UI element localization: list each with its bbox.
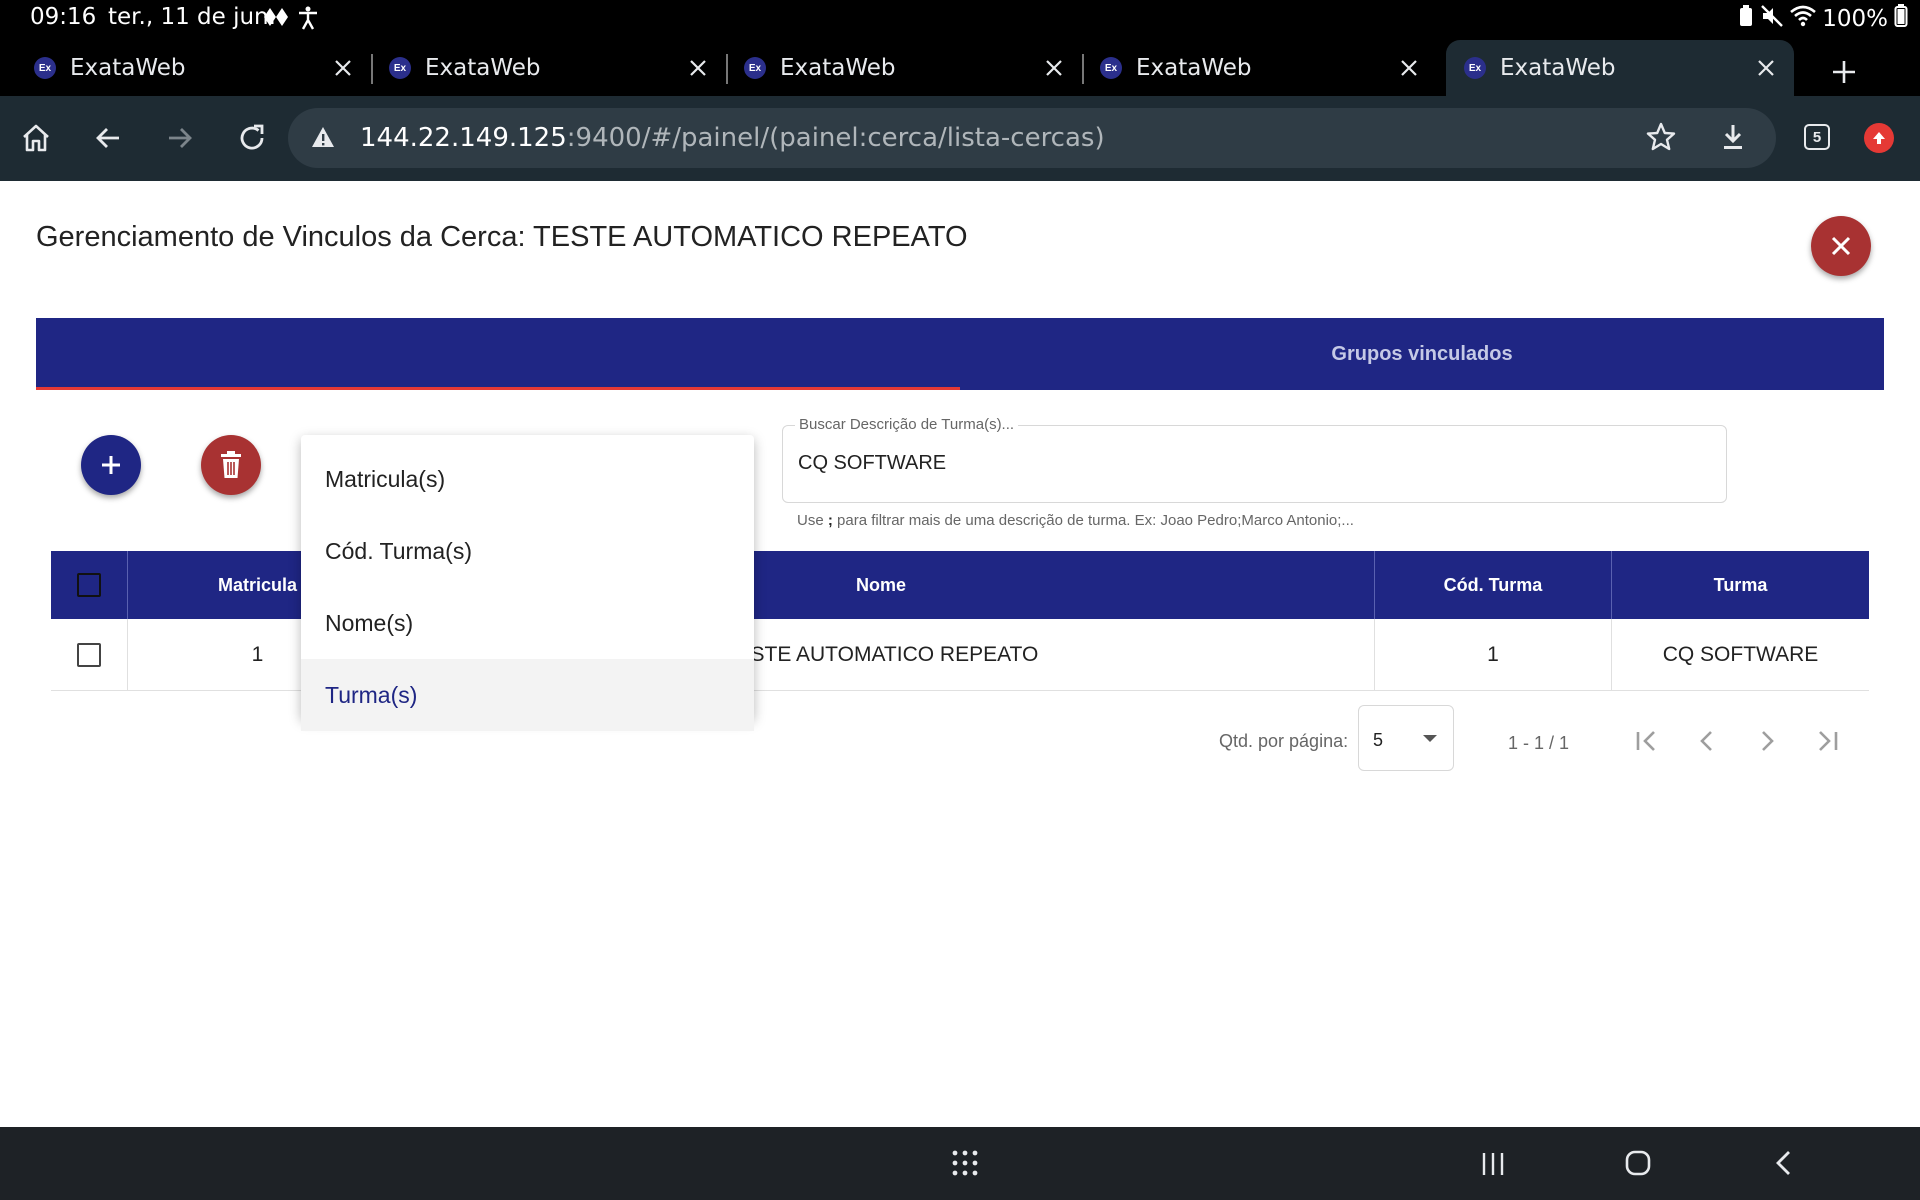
tab-first-active[interactable] bbox=[36, 318, 960, 390]
battery-icon bbox=[1894, 4, 1908, 34]
warning-icon[interactable] bbox=[310, 124, 336, 155]
menu-item-nome[interactable]: Nome(s) bbox=[301, 587, 754, 659]
page-range: 1 - 1 / 1 bbox=[1508, 733, 1570, 753]
mute-icon bbox=[1760, 4, 1784, 34]
select-all-checkbox[interactable] bbox=[77, 573, 101, 597]
filter-dropdown-menu: Matricula(s) Cód. Turma(s) Nome(s) Turma… bbox=[301, 435, 754, 731]
close-tab-icon[interactable] bbox=[1040, 54, 1068, 82]
close-tab-icon[interactable] bbox=[1752, 54, 1780, 82]
bookmark-star-icon[interactable] bbox=[1644, 120, 1678, 159]
previous-page-icon[interactable] bbox=[1689, 723, 1725, 759]
url-text[interactable]: 144.22.149.125:9400/#/painel/(painel:cer… bbox=[360, 123, 1105, 153]
recents-icon[interactable] bbox=[1480, 1151, 1506, 1182]
address-bar[interactable]: 144.22.149.125:9400/#/painel/(painel:cer… bbox=[288, 108, 1776, 168]
menu-item-turma-selected[interactable]: Turma(s) bbox=[301, 659, 754, 731]
cell-cod-turma: 1 bbox=[1374, 619, 1611, 691]
close-tab-icon[interactable] bbox=[684, 54, 712, 82]
trash-icon bbox=[221, 451, 241, 478]
search-input[interactable] bbox=[798, 446, 1698, 480]
browser-tab[interactable]: Ex ExataWeb bbox=[726, 40, 1084, 96]
favicon-icon: Ex bbox=[1464, 57, 1486, 79]
browser-tab[interactable]: Ex ExataWeb bbox=[1082, 40, 1437, 96]
search-field[interactable]: Buscar Descrição de Turma(s)... bbox=[782, 416, 1727, 503]
close-icon bbox=[1831, 236, 1851, 256]
forward-icon[interactable] bbox=[158, 116, 202, 160]
per-page-value: 5 bbox=[1373, 730, 1384, 750]
favicon-icon: Ex bbox=[34, 57, 56, 79]
header-turma[interactable]: Turma bbox=[1611, 551, 1869, 619]
browser-tab[interactable]: Ex ExataWeb bbox=[371, 40, 728, 96]
tab-title: ExataWeb bbox=[1500, 55, 1616, 81]
status-right: 100% bbox=[1738, 4, 1908, 34]
per-page-select[interactable]: 5 bbox=[1358, 705, 1454, 771]
next-page-icon[interactable] bbox=[1749, 723, 1785, 759]
menu-item-cod-turma[interactable]: Cód. Turma(s) bbox=[301, 515, 754, 587]
status-date: ter., 11 de jun. bbox=[108, 4, 276, 30]
back-nav-icon[interactable] bbox=[1770, 1149, 1798, 1182]
cell-turma: CQ SOFTWARE bbox=[1611, 619, 1869, 691]
add-button[interactable] bbox=[81, 435, 141, 495]
new-tab-icon[interactable] bbox=[1822, 50, 1866, 94]
status-time: 09:16 bbox=[30, 4, 97, 30]
nearby-share-icon bbox=[263, 6, 289, 34]
favicon-icon: Ex bbox=[1100, 57, 1122, 79]
favicon-icon: Ex bbox=[389, 57, 411, 79]
hint-prefix: Use bbox=[797, 512, 828, 529]
close-tab-icon[interactable] bbox=[1395, 54, 1423, 82]
tab-grupos-vinculados[interactable]: Grupos vinculados bbox=[960, 318, 1884, 390]
browser-tab-active[interactable]: Ex ExataWeb bbox=[1446, 40, 1794, 96]
profile-update-icon[interactable] bbox=[1864, 123, 1894, 153]
browser-tab-strip: Ex ExataWeb Ex ExataWeb Ex ExataWeb Ex E… bbox=[0, 36, 1920, 96]
paginator: Qtd. por página: 5 1 - 1 / 1 bbox=[0, 705, 1920, 775]
menu-item-matricula[interactable]: Matricula(s) bbox=[301, 443, 754, 515]
per-page-label: Qtd. por página: bbox=[1219, 731, 1349, 751]
tab-title: ExataWeb bbox=[1136, 55, 1252, 81]
search-hint: Use ; para filtrar mais de uma descrição… bbox=[797, 512, 1354, 529]
battery-saver-icon bbox=[1738, 5, 1754, 33]
tab-title: ExataWeb bbox=[425, 55, 541, 81]
plus-icon bbox=[102, 456, 120, 474]
hint-suffix: para filtrar mais de uma descrição de tu… bbox=[832, 512, 1354, 529]
tab-switcher-icon[interactable]: 5 bbox=[1804, 124, 1830, 150]
app-drawer-icon[interactable] bbox=[951, 1149, 979, 1182]
system-nav-bar bbox=[0, 1127, 1920, 1200]
accessibility-icon bbox=[297, 6, 319, 36]
chevron-down-icon bbox=[1423, 735, 1437, 742]
home-nav-icon[interactable] bbox=[1624, 1149, 1652, 1182]
row-checkbox[interactable] bbox=[77, 643, 101, 667]
close-dialog-button[interactable] bbox=[1811, 216, 1871, 276]
url-host: 144.22.149.125 bbox=[360, 123, 567, 153]
delete-button[interactable] bbox=[201, 435, 261, 495]
download-icon[interactable] bbox=[1716, 120, 1750, 159]
header-select-all bbox=[51, 551, 127, 619]
row-select-cell bbox=[51, 619, 127, 691]
battery-level: 100% bbox=[1822, 6, 1888, 32]
reload-icon[interactable] bbox=[230, 116, 274, 160]
favicon-icon: Ex bbox=[744, 57, 766, 79]
tab-active-indicator bbox=[36, 387, 960, 390]
url-path: :9400/#/painel/(painel:cerca/lista-cerca… bbox=[566, 123, 1105, 153]
header-cod-turma[interactable]: Cód. Turma bbox=[1374, 551, 1611, 619]
home-icon[interactable] bbox=[14, 116, 58, 160]
wifi-icon bbox=[1790, 5, 1817, 33]
status-bar: 09:16 ter., 11 de jun. 100% bbox=[0, 0, 1920, 36]
close-tab-icon[interactable] bbox=[329, 54, 357, 82]
browser-tab[interactable]: Ex ExataWeb bbox=[16, 40, 373, 96]
search-label: Buscar Descrição de Turma(s)... bbox=[795, 416, 1019, 433]
tab-bar: Grupos vinculados bbox=[36, 318, 1884, 390]
first-page-icon[interactable] bbox=[1629, 723, 1665, 759]
page-title: Gerenciamento de Vinculos da Cerca: TEST… bbox=[36, 221, 968, 253]
page-content: Gerenciamento de Vinculos da Cerca: TEST… bbox=[0, 181, 1920, 1127]
browser-toolbar: 144.22.149.125:9400/#/painel/(painel:cer… bbox=[0, 96, 1920, 181]
last-page-icon[interactable] bbox=[1809, 723, 1845, 759]
back-icon[interactable] bbox=[86, 116, 130, 160]
tab-title: ExataWeb bbox=[780, 55, 896, 81]
tab-title: ExataWeb bbox=[70, 55, 186, 81]
